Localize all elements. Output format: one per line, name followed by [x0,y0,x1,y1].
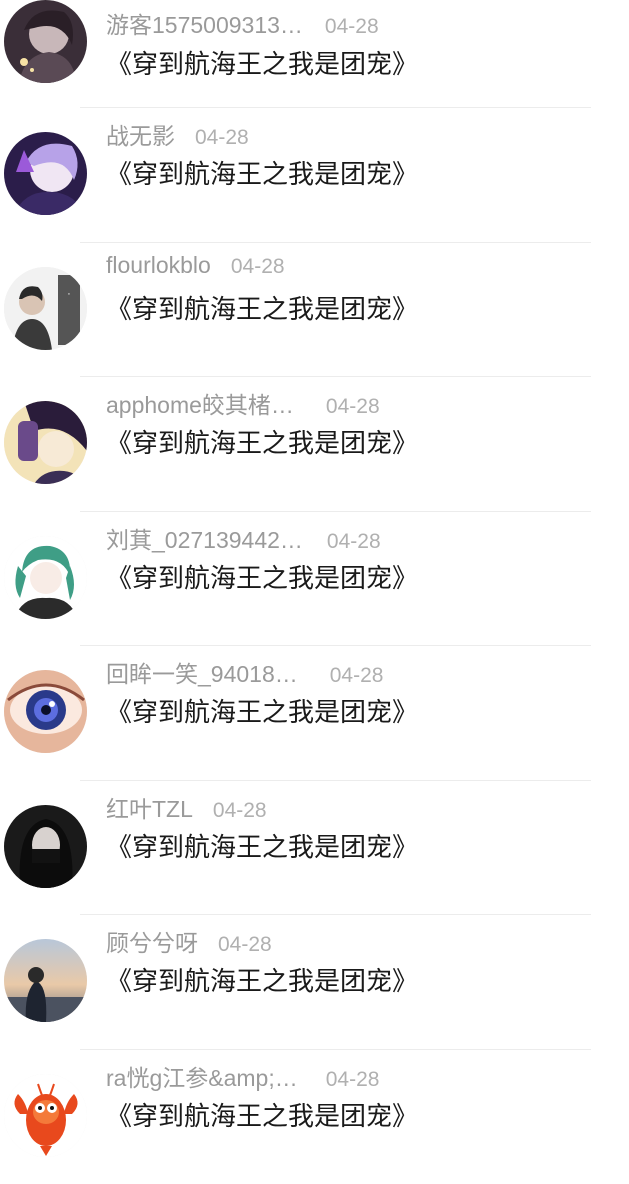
user-avatar[interactable] [4,132,87,215]
book-title[interactable]: 《穿到航海王之我是团宠》 [106,423,418,460]
username[interactable]: flourlokblo [106,252,211,279]
user-avatar[interactable] [4,536,87,619]
list-item[interactable]: 刘萁_027139442… 04-28 《穿到航海王之我是团宠》 [0,512,629,647]
book-title[interactable]: 《穿到航海王之我是团宠》 [106,1096,418,1133]
user-avatar[interactable] [4,0,87,83]
svg-text:·: · [67,288,71,300]
post-date: 04-28 [195,126,249,150]
username[interactable]: 战无影 [106,117,175,151]
username[interactable]: 红叶TZL [106,790,193,824]
book-title[interactable]: 《穿到航海王之我是团宠》 [106,154,418,191]
list-item[interactable]: 战无影 04-28 《穿到航海王之我是团宠》 [0,108,629,243]
user-avatar[interactable] [4,401,87,484]
user-avatar[interactable] [4,1074,87,1157]
book-title[interactable]: 《穿到航海王之我是团宠》 [106,827,418,864]
username[interactable]: 刘萁_027139442… [106,521,303,555]
list-item[interactable]: 顾兮兮呀 04-28 《穿到航海王之我是团宠》 [0,915,629,1050]
user-avatar[interactable]: · [4,267,87,350]
post-date: 04-28 [325,15,379,39]
post-date: 04-28 [218,933,272,957]
username[interactable]: 游客1575009313… [106,6,303,40]
post-date: 04-28 [326,395,380,419]
book-title[interactable]: 《穿到航海王之我是团宠》 [106,289,418,326]
username[interactable]: ra恍g江参&amp;… [106,1059,298,1093]
list-item[interactable]: apphome皎其楮… 04-28 《穿到航海王之我是团宠》 [0,377,629,512]
post-date: 04-28 [231,255,285,279]
user-avatar[interactable] [4,939,87,1022]
post-date: 04-28 [330,664,384,688]
post-date: 04-28 [327,530,381,554]
username[interactable]: 顾兮兮呀 [106,924,198,958]
book-title[interactable]: 《穿到航海王之我是团宠》 [106,692,418,729]
list-item[interactable]: · flourlokblo 04-28 《穿到航海王之我是团宠》 [0,243,629,378]
book-title[interactable]: 《穿到航海王之我是团宠》 [106,44,418,81]
user-avatar[interactable] [4,805,87,888]
book-title[interactable]: 《穿到航海王之我是团宠》 [106,961,418,998]
list-item[interactable]: ra恍g江参&amp;… 04-28 《穿到航海王之我是团宠》 [0,1050,629,1184]
user-avatar[interactable] [4,670,87,753]
username[interactable]: apphome皎其楮… [106,386,294,420]
post-date: 04-28 [326,1068,380,1092]
list-item[interactable]: 回眸一笑_94018… 04-28 《穿到航海王之我是团宠》 [0,646,629,781]
post-date: 04-28 [213,799,267,823]
book-title[interactable]: 《穿到航海王之我是团宠》 [106,558,418,595]
username[interactable]: 回眸一笑_94018… [106,655,298,689]
comment-list: 游客1575009313… 04-28 《穿到航海王之我是团宠》 战无影 04-… [0,0,629,1184]
list-item[interactable]: 游客1575009313… 04-28 《穿到航海王之我是团宠》 [0,0,629,108]
list-item[interactable]: 红叶TZL 04-28 《穿到航海王之我是团宠》 [0,781,629,916]
